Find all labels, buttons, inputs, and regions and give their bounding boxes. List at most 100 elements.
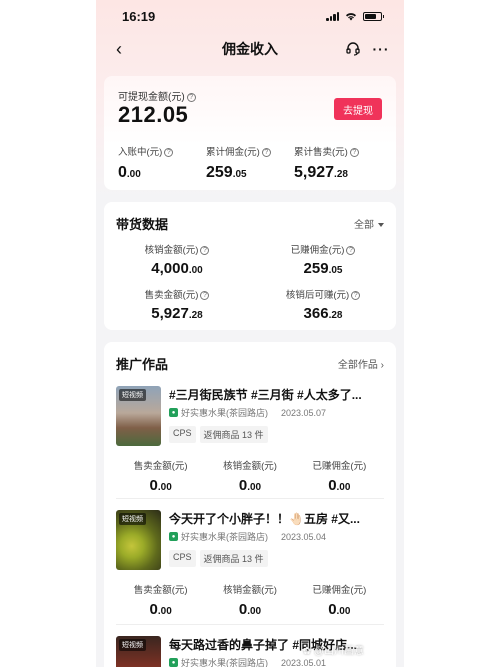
wifi-icon [346, 12, 356, 20]
work-sales-value: 0.00 [116, 601, 205, 618]
back-icon[interactable]: ‹ [108, 38, 130, 60]
earned-commission-stat: 已赚佣金(元)? 259.05 [250, 242, 396, 277]
work-thumbnail[interactable]: 短视频 [116, 510, 161, 570]
shop-name: 好实惠水果(茶园路店) [181, 532, 268, 542]
value-int: 5,927 [151, 305, 189, 322]
cps-tag: CPS [169, 426, 196, 443]
work-date: 2023.05.04 [281, 531, 327, 542]
work-thumbnail[interactable]: 短视频 [116, 636, 161, 667]
value-int: 259 [206, 164, 233, 181]
pending-value: 0.00 [118, 164, 206, 182]
sales-filter-dropdown[interactable]: 全部 [354, 216, 384, 231]
total-commission-label: 累计佣金(元)? [206, 144, 294, 158]
value-dec: .00 [157, 482, 172, 493]
total-sales-label-text: 累计售卖(元) [294, 147, 348, 158]
value-int: 0 [118, 164, 127, 181]
post-verify-earnings-value: 366.28 [250, 305, 396, 322]
value-int: 0 [149, 601, 158, 618]
all-works-link[interactable]: 全部作品 › [338, 356, 384, 371]
help-icon[interactable]: ? [261, 147, 271, 157]
total-sales-stat: 累计售卖(元)? 5,927.28 [294, 144, 382, 182]
shop-icon: ● [169, 408, 178, 417]
cps-tag: CPS [169, 550, 196, 567]
total-sales-value: 5,927.28 [294, 164, 382, 182]
value-dec: .05 [232, 169, 247, 180]
promoted-works-title: 推广作品 [116, 357, 169, 372]
work-item[interactable]: 短视频 今天开了个小胖子！！🤚🏻五房 #又... ● 好实惠水果(茶园路店) 2… [116, 510, 384, 630]
withdrawable-label: 可提现金额(元)? [118, 88, 196, 103]
work-sales-value: 0.00 [116, 477, 205, 494]
work-sales-stat: 售卖金额(元) 0.00 [116, 582, 205, 618]
value-dec: .00 [188, 265, 203, 276]
sales-amount-stat: 售卖金额(元)? 5,927.28 [104, 287, 250, 322]
pending-stat: 入账中(元)? 0.00 [118, 144, 206, 182]
work-stats: 售卖金额(元) 0.00 核销金额(元) 0.00 已赚佣金(元) 0.00 [116, 582, 384, 618]
work-date: 2023.05.07 [281, 407, 327, 418]
sales-data-title: 带货数据 [116, 217, 169, 232]
total-sales-label: 累计售卖(元)? [294, 144, 382, 158]
work-commission-stat: 已赚佣金(元) 0.00 [295, 582, 384, 618]
value-dec: .28 [334, 169, 348, 180]
work-sales-stat: 售卖金额(元) 0.00 [116, 458, 205, 494]
work-thumbnail[interactable]: 短视频 [116, 386, 161, 446]
customer-service-icon[interactable] [342, 38, 364, 60]
nav-bar: ‹ 佣金收入 ··· [96, 34, 404, 64]
value-int: 0 [238, 601, 248, 618]
divider [116, 498, 384, 499]
value-int: 5,927 [294, 164, 335, 181]
help-icon[interactable]: ? [164, 147, 174, 157]
signal-icon [326, 11, 339, 21]
work-title[interactable]: #三月街民族节 #三月街 #人太多了... [169, 386, 391, 403]
caret-down-icon [378, 223, 384, 228]
video-tag: 短视频 [119, 639, 146, 651]
balance-card: 可提现金额(元)? 212.05 去提现 入账中(元)? 0.00 累计佣金(元… [104, 76, 396, 190]
value-dec: .00 [157, 606, 172, 617]
work-sales-label: 售卖金额(元) [133, 585, 188, 596]
total-commission-stat: 累计佣金(元)? 259.05 [206, 144, 294, 182]
sales-amount-value: 5,927.28 [104, 305, 250, 322]
earned-commission-value: 259.05 [250, 260, 396, 277]
total-commission-label-text: 累计佣金(元) [206, 147, 260, 158]
work-commission-label: 已赚佣金(元) [312, 461, 367, 472]
value-dec: .28 [328, 310, 343, 321]
commission-goods-tag: 返佣商品 13 件 [199, 550, 268, 567]
help-icon[interactable]: ? [351, 290, 361, 300]
work-verified-stat: 核销金额(元) 0.00 [205, 582, 294, 618]
help-icon[interactable]: ? [349, 147, 359, 157]
value-int: 366 [303, 305, 329, 322]
sales-data-card: 带货数据 全部 核销金额(元)? 4,000.00 已赚佣金(元)? 259.0… [104, 202, 396, 330]
phone-screen: 16:19 ‹ 佣金收入 ··· 可提现金额(元)? 212.05 去提现 入账… [96, 0, 404, 667]
help-icon[interactable]: ? [186, 92, 196, 102]
help-icon[interactable]: ? [200, 245, 210, 255]
value-dec: .00 [247, 482, 262, 493]
value-dec: .00 [336, 482, 351, 493]
value-int: 0 [238, 477, 248, 494]
promoted-works-card: 推广作品 全部作品 › 短视频 #三月街民族节 #三月街 #人太多了... ● … [104, 342, 396, 667]
earned-commission-label: 已赚佣金(元)? [250, 242, 396, 256]
help-icon[interactable]: ? [200, 290, 210, 300]
video-tag: 短视频 [119, 389, 146, 401]
value-int: 4,000 [151, 260, 189, 277]
sales-amount-label: 售卖金额(元)? [104, 287, 250, 301]
shop-name: 好实惠水果(茶园路店) [181, 658, 268, 667]
verified-amount-stat: 核销金额(元)? 4,000.00 [104, 242, 250, 277]
work-verified-label: 核销金额(元) [223, 585, 277, 596]
work-title[interactable]: 今天开了个小胖子！！🤚🏻五房 #又... [169, 510, 391, 527]
earned-commission-label-text: 已赚佣金(元) [290, 245, 345, 256]
work-tags: CPS 返佣商品 13 件 [169, 550, 268, 567]
work-item[interactable]: 短视频 #三月街民族节 #三月街 #人太多了... ● 好实惠水果(茶园路店) … [116, 386, 384, 506]
sales-grid: 核销金额(元)? 4,000.00 已赚佣金(元)? 259.05 售卖金额(元… [104, 242, 396, 322]
help-icon[interactable]: ? [346, 245, 356, 255]
value-int: 0 [328, 601, 337, 618]
video-tag: 短视频 [119, 513, 146, 525]
balance-stats: 入账中(元)? 0.00 累计佣金(元)? 259.05 累计售卖(元)? 5,… [118, 144, 382, 182]
work-date: 2023.05.01 [281, 657, 327, 667]
verified-amount-label: 核销金额(元)? [104, 242, 250, 256]
shop-icon: ● [169, 532, 178, 541]
more-icon[interactable]: ··· [370, 38, 392, 60]
work-shop-info: ● 好实惠水果(茶园路店) 2023.05.01 [169, 656, 326, 667]
sales-filter-label: 全部 [354, 220, 374, 231]
withdraw-button[interactable]: 去提现 [334, 98, 382, 120]
value-dec: .00 [247, 606, 262, 617]
battery-icon [363, 11, 384, 21]
